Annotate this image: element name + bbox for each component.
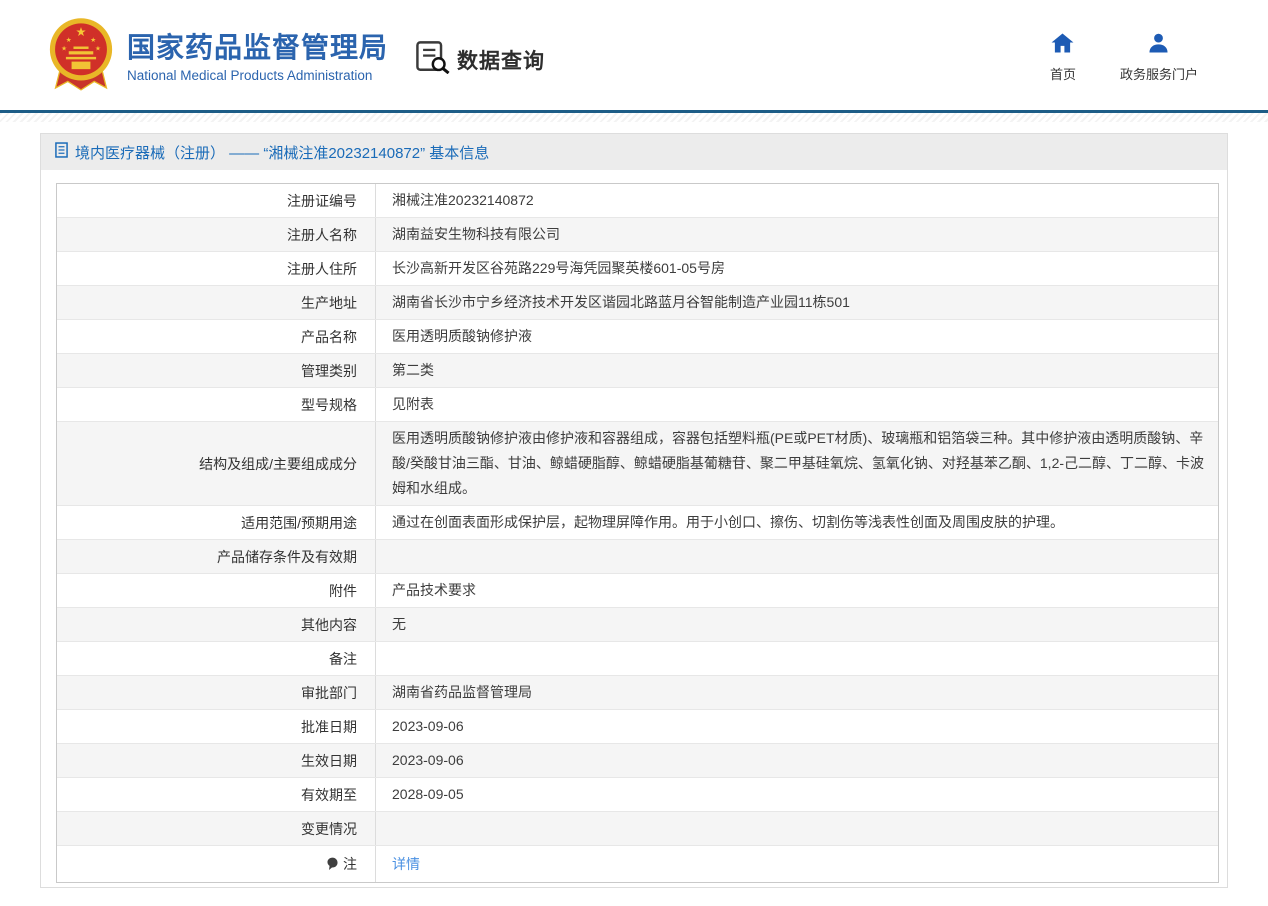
data-query-tab[interactable]: 数据查询 xyxy=(415,40,545,79)
header-shadow-band xyxy=(0,113,1268,122)
row-label: 备注 xyxy=(329,650,357,667)
row-value: 无 xyxy=(375,608,1218,641)
table-row: 产品名称 医用透明质酸钠修护液 xyxy=(57,320,1218,354)
row-value xyxy=(375,642,1218,675)
page-header: ★ ★ ★ ★ ★ 国家药品监督管理局 National Medical Pro… xyxy=(0,0,1268,110)
table-row: 注详情 xyxy=(57,846,1218,882)
row-value: 产品技术要求 xyxy=(375,574,1218,607)
row-label: 批准日期 xyxy=(301,718,357,735)
site-title: 国家药品监督管理局 xyxy=(127,32,389,64)
detail-link[interactable]: 详情 xyxy=(392,852,420,877)
table-row: 生产地址 湖南省长沙市宁乡经济技术开发区谐园北路蓝月谷智能制造产业园11栋501 xyxy=(57,286,1218,320)
row-value: 湖南益安生物科技有限公司 xyxy=(375,218,1218,251)
nav-item-label: 政务服务门户 xyxy=(1119,67,1198,82)
site-subtitle: National Medical Products Administration xyxy=(127,67,373,83)
row-label: 注 xyxy=(57,846,375,882)
row-label: 产品储存条件及有效期 xyxy=(217,548,357,565)
user-icon xyxy=(1148,33,1169,58)
site-logo[interactable]: ★ ★ ★ ★ ★ 国家药品监督管理局 National Medical Pro… xyxy=(48,16,388,99)
table-row: 生效日期 2023-09-06 xyxy=(57,744,1218,778)
svg-text:★: ★ xyxy=(95,45,101,52)
note-balloon-icon xyxy=(327,857,338,871)
table-row: 型号规格 见附表 xyxy=(57,388,1218,422)
nav-item-label: 首页 xyxy=(1049,67,1076,82)
row-label: 变更情况 xyxy=(301,820,357,837)
nav-item-home[interactable]: 首页 xyxy=(1050,33,1076,83)
row-label: 型号规格 xyxy=(301,396,357,413)
svg-text:★: ★ xyxy=(90,37,96,44)
breadcrumb: 境内医疗器械（注册） —— “湘械注准20232140872” 基本信息 xyxy=(41,134,1227,170)
table-row: 产品储存条件及有效期 xyxy=(57,540,1218,574)
table-row: 备注 xyxy=(57,642,1218,676)
table-row: 结构及组成/主要组成成分 医用透明质酸钠修护液由修护液和容器组成，容器包括塑料瓶(… xyxy=(57,422,1218,506)
table-row: 有效期至 2028-09-05 xyxy=(57,778,1218,812)
row-value: 第二类 xyxy=(375,354,1218,387)
row-label: 生产地址 xyxy=(301,294,357,311)
row-value: 湖南省长沙市宁乡经济技术开发区谐园北路蓝月谷智能制造产业园11栋501 xyxy=(375,286,1218,319)
table-row: 附件 产品技术要求 xyxy=(57,574,1218,608)
row-value xyxy=(375,540,1218,573)
row-value xyxy=(375,812,1218,845)
row-label: 注册人名称 xyxy=(287,226,357,243)
row-value: 2023-09-06 xyxy=(375,744,1218,777)
row-value: 见附表 xyxy=(375,388,1218,421)
table-row: 注册证编号 湘械注准20232140872 xyxy=(57,184,1218,218)
table-row: 注册人住所 长沙高新开发区谷苑路229号海凭园聚英楼601-05号房 xyxy=(57,252,1218,286)
header-nav: 首页 政务服务门户 xyxy=(1050,33,1198,83)
row-value: 长沙高新开发区谷苑路229号海凭园聚英楼601-05号房 xyxy=(375,252,1218,285)
row-label: 注册证编号 xyxy=(287,192,357,209)
table-row: 管理类别 第二类 xyxy=(57,354,1218,388)
row-value: 医用透明质酸钠修护液由修护液和容器组成，容器包括塑料瓶(PE或PET材质)、玻璃… xyxy=(375,422,1218,505)
table-row: 其他内容 无 xyxy=(57,608,1218,642)
document-icon xyxy=(55,141,68,163)
page-title: 境内医疗器械（注册） —— “湘械注准20232140872” 基本信息 xyxy=(75,144,490,162)
row-label: 管理类别 xyxy=(301,362,357,379)
row-label: 附件 xyxy=(329,582,357,599)
row-label: 适用范围/预期用途 xyxy=(241,514,357,531)
svg-text:★: ★ xyxy=(61,45,67,52)
row-label: 注册人住所 xyxy=(287,260,357,277)
home-icon xyxy=(1051,33,1074,58)
table-row: 变更情况 xyxy=(57,812,1218,846)
table-row: 注册人名称 湖南益安生物科技有限公司 xyxy=(57,218,1218,252)
row-value: 湘械注准20232140872 xyxy=(375,184,1218,217)
row-value: 通过在创面表面形成保护层，起物理屏障作用。用于小创口、擦伤、切割伤等浅表性创面及… xyxy=(375,506,1218,539)
doc-search-icon xyxy=(415,40,451,79)
nav-item-gov-portal[interactable]: 政务服务门户 xyxy=(1120,33,1198,83)
row-label: 其他内容 xyxy=(301,616,357,633)
row-value: 2028-09-05 xyxy=(375,778,1218,811)
data-query-label: 数据查询 xyxy=(457,49,545,73)
content-card: 境内医疗器械（注册） —— “湘械注准20232140872” 基本信息 注册证… xyxy=(40,133,1228,888)
svg-text:★: ★ xyxy=(76,25,87,39)
row-label: 有效期至 xyxy=(301,786,357,803)
table-row: 审批部门 湖南省药品监督管理局 xyxy=(57,676,1218,710)
row-value: 湖南省药品监督管理局 xyxy=(375,676,1218,709)
row-value: 2023-09-06 xyxy=(375,710,1218,743)
table-row: 批准日期 2023-09-06 xyxy=(57,710,1218,744)
row-label: 审批部门 xyxy=(301,684,357,701)
row-label: 结构及组成/主要组成成分 xyxy=(199,455,357,472)
info-table: 注册证编号 湘械注准20232140872 注册人名称 湖南益安生物科技有限公司 注册人… xyxy=(56,183,1219,883)
svg-text:★: ★ xyxy=(66,37,72,44)
row-value: 医用透明质酸钠修护液 xyxy=(375,320,1218,353)
row-label: 产品名称 xyxy=(301,328,357,345)
national-emblem-icon: ★ ★ ★ ★ ★ xyxy=(48,16,114,99)
row-value: 详情 xyxy=(375,846,1218,882)
row-label: 生效日期 xyxy=(301,752,357,769)
table-row: 适用范围/预期用途 通过在创面表面形成保护层，起物理屏障作用。用于小创口、擦伤、切… xyxy=(57,506,1218,540)
